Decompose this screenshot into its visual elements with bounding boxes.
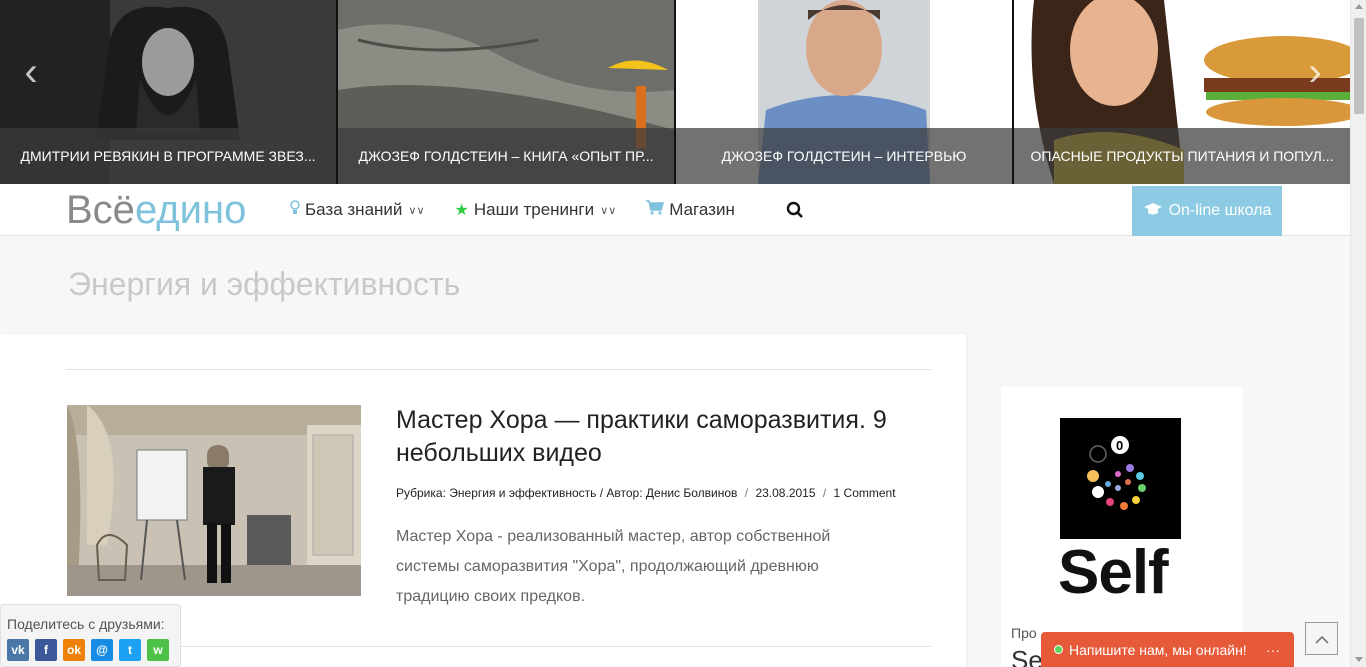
- main-nav: База знаний ∨∨ ★ Наши тренинги ∨∨ Магази…: [290, 184, 765, 236]
- post-title[interactable]: Мастер Хора — практики саморазвития. 9 н…: [396, 404, 936, 470]
- chat-label: Напишите нам, мы онлайн!: [1069, 641, 1247, 658]
- scroll-up-icon[interactable]: [1355, 4, 1363, 9]
- slide-3[interactable]: ДЖОЗЕФ ГОЛДСТЕИН – ИНТЕРВЬЮ: [676, 0, 1012, 184]
- slide-caption[interactable]: ДМИТРИИ РЕВЯКИН В ПРОГРАММЕ ЗВЕЗ...: [0, 128, 336, 184]
- meta-separator: /: [822, 486, 827, 500]
- whatsapp-share-button[interactable]: w: [147, 639, 169, 661]
- cart-icon: [646, 200, 665, 220]
- header-slider: ДМИТРИИ РЕВЯКИН В ПРОГРАММЕ ЗВЕЗ... ДЖОЗ…: [0, 0, 1350, 184]
- slide-caption[interactable]: ОПАСНЫЕ ПРОДУКТЫ ПИТАНИЯ И ПОПУЛ...: [1014, 128, 1350, 184]
- rubric-label: Рубрика:: [396, 486, 446, 500]
- slide-1[interactable]: ДМИТРИИ РЕВЯКИН В ПРОГРАММЕ ЗВЕЗ...: [0, 0, 336, 184]
- self-wordmark: Self: [1058, 538, 1169, 607]
- nav-label: Наши тренинги: [473, 200, 595, 219]
- search-icon[interactable]: [786, 201, 804, 219]
- star-icon: ★: [454, 202, 469, 219]
- chevron-down-icon: ∨∨: [600, 204, 617, 217]
- sidebar-widget: 0 Self Про Se: [1001, 387, 1242, 667]
- share-buttons: vk f ok @ t w: [7, 639, 175, 661]
- rubric-link[interactable]: Энергия и эффективность: [449, 486, 596, 500]
- arrow-up-icon[interactable]: [1305, 622, 1338, 655]
- sidebar-caption: Про: [1011, 625, 1037, 641]
- twitter-share-button[interactable]: t: [119, 639, 141, 661]
- site-header: Всёедино База знаний ∨∨ ★ Наши тренинги …: [0, 184, 1350, 236]
- chevron-right-icon[interactable]: ›: [1300, 52, 1330, 92]
- self-logo[interactable]: 0: [1060, 418, 1181, 539]
- logo-part-grey: Всё: [66, 188, 135, 232]
- chevron-left-icon[interactable]: ‹: [16, 52, 46, 92]
- slide-caption[interactable]: ДЖОЗЕФ ГОЛДСТЕИН – ИНТЕРВЬЮ: [676, 128, 1012, 184]
- nav-label: Магазин: [669, 200, 735, 219]
- odnoklassniki-share-button[interactable]: ok: [63, 639, 85, 661]
- page-scrollbar[interactable]: [1350, 0, 1366, 667]
- moimir-share-button[interactable]: @: [91, 639, 113, 661]
- divider: [66, 646, 931, 647]
- chevron-down-icon: ∨∨: [408, 204, 425, 217]
- post-meta: Рубрика: Энергия и эффективность / Автор…: [396, 486, 896, 500]
- nav-item-trainings[interactable]: ★ Наши тренинги ∨∨: [455, 200, 617, 220]
- graduation-cap-icon: [1143, 202, 1163, 221]
- nav-item-shop[interactable]: Магазин: [646, 200, 735, 220]
- more-icon[interactable]: ···: [1266, 642, 1280, 658]
- post-excerpt: Мастер Хора - реализованный мастер, авто…: [396, 528, 831, 605]
- scroll-thumb[interactable]: [1354, 18, 1364, 114]
- divider: [66, 369, 931, 370]
- comments-link[interactable]: 1 Comment: [834, 486, 896, 500]
- scroll-down-icon[interactable]: [1355, 657, 1363, 662]
- author-label: Автор:: [606, 486, 643, 500]
- online-school-label: On-line школа: [1168, 202, 1272, 219]
- slide-caption[interactable]: ДЖОЗЕФ ГОЛДСТЕИН – КНИГА «ОПЫТ ПР...: [338, 128, 674, 184]
- slide-2[interactable]: ДЖОЗЕФ ГОЛДСТЕИН – КНИГА «ОПЫТ ПР...: [338, 0, 674, 184]
- online-status-icon: [1054, 645, 1063, 654]
- online-school-button[interactable]: On-line школа: [1132, 186, 1282, 236]
- post-date: 23.08.2015: [755, 486, 816, 500]
- nav-label: База знаний: [305, 200, 403, 219]
- online-chat-button[interactable]: Напишите нам, мы онлайн! ···: [1041, 632, 1294, 667]
- page-title: Энергия и эффективность: [68, 266, 461, 302]
- lightbulb-icon: [290, 199, 300, 221]
- author-link[interactable]: Денис Болвинов: [646, 486, 738, 500]
- ad-digit: 0: [1116, 438, 1123, 453]
- share-label: Поделитесь с друзьями:: [7, 616, 165, 632]
- sidebar-heading: Se: [1011, 645, 1043, 667]
- facebook-share-button[interactable]: f: [35, 639, 57, 661]
- nav-item-knowledge-base[interactable]: База знаний ∨∨: [290, 199, 425, 221]
- slide-4[interactable]: ОПАСНЫЕ ПРОДУКТЫ ПИТАНИЯ И ПОПУЛ...: [1014, 0, 1350, 184]
- post-thumbnail[interactable]: [67, 405, 361, 596]
- vk-share-button[interactable]: vk: [7, 639, 29, 661]
- share-widget: Поделитесь с друзьями: vk f ok @ t w: [0, 604, 181, 667]
- site-logo[interactable]: Всёедино: [66, 188, 246, 233]
- meta-separator: /: [744, 486, 749, 500]
- logo-part-blue: едино: [134, 188, 247, 232]
